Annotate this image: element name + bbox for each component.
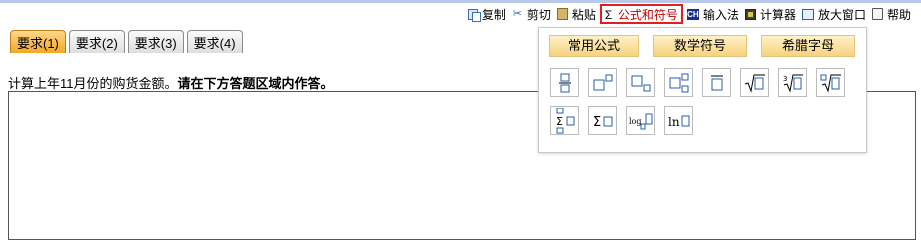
help-button[interactable]: 帮助 — [870, 5, 913, 23]
tab-common-formulas[interactable]: 常用公式 — [549, 35, 639, 57]
enlarge-window-button[interactable]: 放大窗口 — [800, 5, 868, 23]
formula-symbol-button[interactable]: Σ 公式和符号 — [599, 4, 683, 24]
tab-math-symbols[interactable]: 数学符号 — [653, 35, 747, 57]
tab-requirement-3[interactable]: 要求(3) — [127, 30, 184, 53]
cube-root-template-button[interactable]: 3 — [778, 68, 807, 97]
formula-template-grid: 3 Σ Σ log ln — [550, 68, 860, 135]
calculator-icon — [744, 8, 756, 20]
formula-symbol-label: 公式和符号 — [617, 7, 678, 22]
summation-limits-template-button[interactable]: Σ — [550, 106, 579, 135]
question-instruction: 请在下方答题区域内作答。 — [177, 76, 334, 91]
calculator-label: 计算器 — [759, 7, 796, 22]
overline-template-button[interactable] — [702, 68, 731, 97]
popup-tabs: 常用公式 数学符号 希腊字母 — [549, 35, 855, 57]
cube-root-index: 3 — [783, 75, 787, 83]
tab-requirement-2[interactable]: 要求(2) — [68, 30, 125, 53]
tab-requirement-1[interactable]: 要求(1) — [10, 30, 66, 53]
superscript-template-button[interactable] — [588, 68, 617, 97]
copy-button[interactable]: 复制 — [466, 5, 508, 23]
sub-superscript-template-button[interactable] — [664, 68, 693, 97]
natural-log-icon: ln — [668, 115, 689, 129]
copy-label: 复制 — [481, 7, 506, 22]
cut-icon: ✂ — [512, 7, 522, 20]
fraction-icon — [558, 73, 571, 92]
copy-icon — [467, 8, 481, 22]
overline-icon — [710, 75, 723, 90]
tab-requirement-4[interactable]: 要求(4) — [186, 30, 243, 53]
enlarge-window-label: 放大窗口 — [817, 7, 866, 22]
subscript-template-button[interactable] — [626, 68, 655, 97]
natural-log-template-button[interactable]: ln — [664, 106, 693, 135]
fraction-template-button[interactable] — [550, 68, 579, 97]
sigma-icon: Σ — [604, 7, 613, 22]
cube-root-icon: 3 — [783, 74, 803, 93]
logarithm-icon: log — [629, 113, 652, 129]
calculator-button[interactable]: 计算器 — [743, 5, 798, 23]
sigma-glyph: Σ — [593, 115, 601, 130]
nth-root-template-button[interactable] — [816, 68, 845, 97]
paste-icon — [556, 8, 568, 20]
paste-label: 粘贴 — [571, 7, 596, 22]
square-root-icon — [744, 74, 765, 93]
top-border-line — [0, 0, 921, 3]
summation-template-button[interactable]: Σ — [588, 106, 617, 135]
question-text: 计算上年11月份的购货金额。请在下方答题区域内作答。 — [8, 73, 334, 92]
nth-root-icon — [820, 74, 841, 93]
tab-greek-letters[interactable]: 希腊字母 — [761, 35, 855, 57]
sub-superscript-icon — [669, 73, 688, 92]
square-root-template-button[interactable] — [740, 68, 769, 97]
question-prompt: 计算上年11月份的购货金额。 — [8, 76, 178, 91]
help-icon — [871, 8, 883, 20]
paste-button[interactable]: 粘贴 — [555, 5, 598, 23]
ime-icon: CH — [686, 8, 699, 20]
formula-symbol-popup: 常用公式 数学符号 希腊字母 3 Σ Σ log ln — [538, 27, 867, 153]
summation-limits-icon: Σ — [556, 107, 574, 133]
enlarge-window-icon — [801, 8, 814, 20]
toolbar: 复制 ✂ 剪切 粘贴 Σ 公式和符号 CH 输入法 计算器 放大窗口 帮助 — [466, 4, 913, 24]
cut-label: 剪切 — [526, 7, 551, 22]
help-label: 帮助 — [886, 7, 911, 22]
logarithm-template-button[interactable]: log — [626, 106, 655, 135]
subscript-icon — [631, 75, 650, 91]
requirement-tabs: 要求(1) 要求(2) 要求(3) 要求(4) — [10, 30, 243, 53]
input-method-button[interactable]: CH 输入法 — [685, 5, 741, 23]
superscript-icon — [593, 74, 612, 90]
log-glyph: log — [629, 117, 642, 126]
summation-icon: Σ — [593, 115, 612, 130]
cut-button[interactable]: ✂ 剪切 — [510, 5, 553, 23]
ln-glyph: ln — [668, 115, 680, 129]
input-method-label: 输入法 — [702, 7, 739, 22]
sigma-limits-glyph: Σ — [556, 115, 563, 128]
